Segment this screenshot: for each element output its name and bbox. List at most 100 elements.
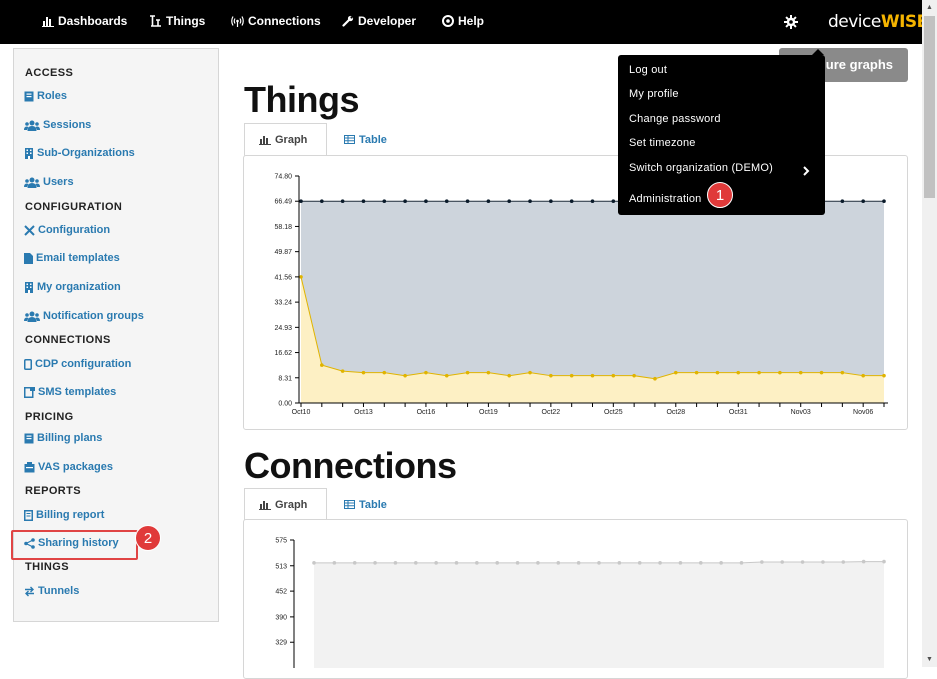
menu-item-my-profile[interactable]: My profile bbox=[629, 88, 679, 100]
scroll-down-arrow-icon[interactable]: ▼ bbox=[925, 655, 934, 664]
data-point-lower bbox=[403, 373, 407, 378]
data-point-lower bbox=[757, 370, 761, 375]
data-point-lower bbox=[798, 370, 803, 375]
wireless-icon bbox=[231, 16, 244, 27]
scroll-up-arrow-icon[interactable]: ▲ bbox=[925, 3, 934, 12]
sidebar-item-tunnels[interactable]: Tunnels bbox=[24, 585, 79, 597]
sidebar-heading-reports: REPORTS bbox=[25, 485, 81, 497]
sidebar-item-configuration[interactable]: Configuration bbox=[24, 224, 110, 236]
y-tick-label: 24.93 bbox=[274, 325, 292, 332]
y-tick-label: 16.62 bbox=[274, 350, 292, 357]
data-point bbox=[760, 560, 764, 564]
data-point-lower bbox=[299, 275, 303, 279]
sidebar-item-label: Sub-Organizations bbox=[37, 147, 135, 159]
sidebar-item-label: Roles bbox=[37, 90, 67, 102]
tab-label: Graph bbox=[275, 133, 308, 146]
data-point-lower bbox=[465, 370, 470, 375]
data-point-upper bbox=[486, 199, 491, 204]
data-point-lower bbox=[632, 373, 636, 378]
nav-connections-label: Connections bbox=[248, 14, 321, 28]
data-point bbox=[637, 561, 642, 565]
nav-developer-label: Developer bbox=[358, 14, 417, 28]
sidebar-item-notification-groups[interactable]: Notification groups bbox=[24, 310, 144, 322]
menu-item-change-password[interactable]: Change password bbox=[629, 113, 721, 125]
menu-item-log-out[interactable]: Log out bbox=[629, 64, 667, 76]
data-point-upper bbox=[382, 199, 387, 204]
data-point bbox=[536, 561, 540, 565]
data-point bbox=[821, 560, 825, 564]
y-tick-label: 66.49 bbox=[274, 199, 292, 206]
tools-icon bbox=[24, 224, 35, 236]
y-tick-label: 74.80 bbox=[274, 174, 292, 181]
x-tick-label: Oct19 bbox=[479, 409, 498, 416]
nav-dashboards[interactable]: Dashboards bbox=[42, 14, 127, 28]
sidebar-heading-pricing: PRICING bbox=[25, 411, 74, 423]
data-point bbox=[678, 561, 683, 565]
annotation-badge-1: 1 bbox=[707, 182, 733, 208]
book-icon bbox=[24, 91, 34, 101]
data-point-upper bbox=[444, 199, 449, 204]
sidebar-heading-things: THINGS bbox=[25, 561, 69, 573]
menu-item-set-timezone[interactable]: Set timezone bbox=[629, 137, 696, 149]
settings-button[interactable] bbox=[784, 15, 798, 34]
sidebar-item-roles[interactable]: Roles bbox=[24, 90, 67, 102]
x-tick-label: Nov03 bbox=[791, 409, 811, 416]
sidebar-item-users[interactable]: Users bbox=[24, 176, 74, 188]
sidebar-item-sub-organizations[interactable]: Sub-Organizations bbox=[24, 147, 135, 159]
data-point-lower bbox=[715, 370, 720, 375]
annotation-badge-2: 2 bbox=[135, 525, 161, 551]
sidebar-item-my-organization[interactable]: My organization bbox=[24, 281, 121, 293]
data-point-upper bbox=[569, 199, 574, 204]
devicewise-logo: deviceWISE bbox=[828, 12, 928, 32]
sidebar-heading-connections: CONNECTIONS bbox=[25, 334, 111, 346]
y-tick-label: 49.87 bbox=[274, 249, 292, 256]
data-point-upper bbox=[465, 199, 470, 204]
sidebar-item-label: Billing plans bbox=[37, 432, 103, 444]
data-point bbox=[373, 561, 377, 565]
nav-things[interactable]: Things bbox=[149, 14, 205, 28]
users-icon bbox=[24, 120, 40, 131]
tab-things-graph[interactable]: Graph bbox=[244, 123, 327, 156]
data-point bbox=[617, 561, 622, 565]
nav-things-label: Things bbox=[166, 14, 206, 28]
data-point-lower bbox=[507, 373, 512, 378]
tab-things-table[interactable]: Table bbox=[330, 123, 401, 156]
series-area bbox=[314, 561, 884, 668]
table-icon bbox=[344, 135, 355, 144]
data-point-lower bbox=[673, 370, 678, 375]
data-point-lower bbox=[361, 370, 366, 375]
data-point bbox=[698, 561, 703, 565]
tab-connections-table[interactable]: Table bbox=[330, 488, 401, 521]
chevron-right-icon bbox=[803, 166, 810, 176]
data-point bbox=[882, 559, 886, 564]
users-icon bbox=[24, 311, 40, 322]
x-tick-label: Oct16 bbox=[417, 409, 436, 416]
nav-help[interactable]: Help bbox=[442, 14, 484, 28]
nav-help-label: Help bbox=[458, 14, 485, 28]
data-point-upper bbox=[861, 199, 865, 204]
nav-developer[interactable]: Developer bbox=[342, 14, 416, 28]
menu-item-administration[interactable]: Administration bbox=[629, 193, 702, 205]
document-icon bbox=[24, 509, 33, 521]
scrollbar-thumb[interactable] bbox=[924, 16, 935, 198]
data-point-lower bbox=[694, 370, 699, 375]
sidebar-item-vas-packages[interactable]: VAS packages bbox=[24, 461, 113, 473]
sidebar-item-label: Billing report bbox=[36, 509, 105, 521]
y-tick-label: 41.56 bbox=[274, 274, 292, 281]
sidebar-item-sms-templates[interactable]: SMS templates bbox=[24, 386, 116, 398]
tab-connections-graph[interactable]: Graph bbox=[244, 488, 327, 521]
data-point-upper bbox=[340, 199, 345, 204]
data-point-upper bbox=[528, 199, 532, 204]
sidebar-item-billing-plans[interactable]: Billing plans bbox=[24, 432, 102, 444]
sidebar-item-sessions[interactable]: Sessions bbox=[24, 119, 91, 131]
nav-connections[interactable]: Connections bbox=[231, 14, 321, 28]
menu-item-switch-organization[interactable]: Switch organization (DEMO) bbox=[629, 162, 773, 174]
y-tick-label: 58.18 bbox=[274, 224, 292, 231]
data-point bbox=[475, 561, 479, 565]
data-point-upper bbox=[403, 199, 407, 204]
sidebar-item-billing-report[interactable]: Billing report bbox=[24, 509, 104, 521]
sidebar-item-email-templates[interactable]: Email templates bbox=[24, 252, 120, 264]
data-point bbox=[800, 560, 805, 564]
sidebar-item-cdp-configuration[interactable]: CDP configuration bbox=[24, 358, 131, 370]
data-point-upper bbox=[840, 199, 845, 204]
